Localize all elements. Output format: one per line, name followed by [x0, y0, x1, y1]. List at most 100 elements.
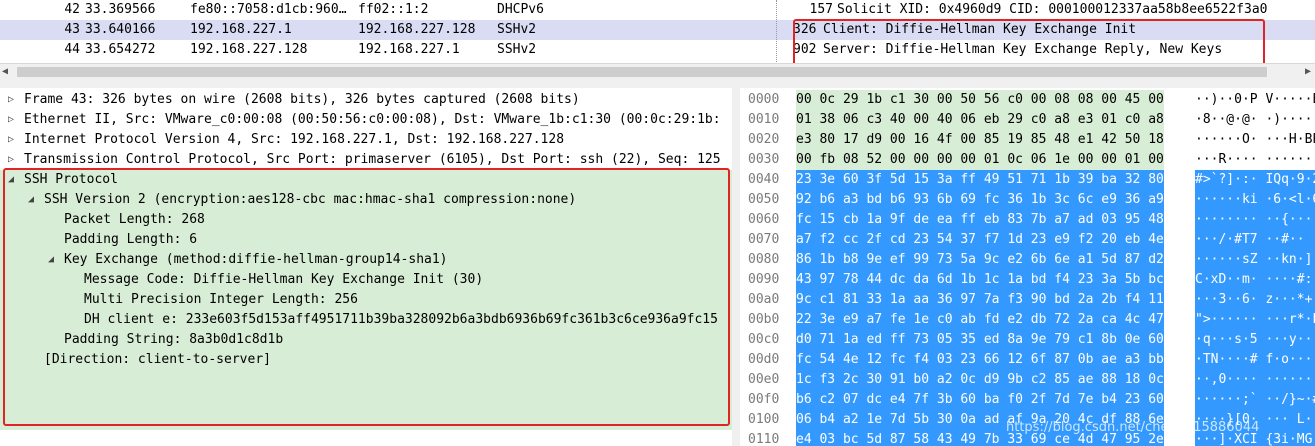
packet-info: Server: Diffie-Hellman Key Exchange Repl…: [823, 42, 1223, 57]
pane-splitter[interactable]: [732, 88, 740, 446]
expand-arrow-icon[interactable]: ▷: [8, 110, 14, 130]
packet-list[interactable]: 42 33.369566 fe80::7058:d1cb:960… ff02::…: [0, 0, 1315, 62]
packet-row-44[interactable]: 44 33.654272 192.168.227.128 192.168.227…: [0, 40, 1315, 60]
horizontal-scrollbar[interactable]: ◀ ▶: [0, 63, 1315, 80]
expand-arrow-icon[interactable]: ▷: [8, 90, 14, 110]
tree-item-label: Multi Precision Integer Length: 256: [84, 292, 358, 307]
bytes-row[interactable]: 00e0 1c f3 2c 30 91 b0 a2 0c d9 9b c2 85…: [740, 370, 1315, 390]
byte-offset: 0060: [748, 212, 780, 227]
tree-item-tcp[interactable]: ▷ Transmission Control Protocol, Src Por…: [0, 150, 732, 170]
byte-offset: 0070: [748, 232, 780, 247]
scrollbar-thumb[interactable]: [17, 67, 1267, 77]
tree-item-ssh-protocol[interactable]: ◢ SSH Protocol: [0, 170, 732, 190]
bytes-row[interactable]: 0080 86 1b b8 9e ef 99 73 5a 9c e2 6b 6e…: [740, 250, 1315, 270]
packet-source: 192.168.227.128: [190, 42, 308, 57]
collapse-arrow-icon[interactable]: ◢: [28, 190, 34, 210]
tree-item-dh-client[interactable]: DH client e: 233e603f5d153aff4951711b39b…: [0, 310, 732, 330]
scroll-left-icon[interactable]: ◀: [2, 66, 8, 77]
byte-offset: 0000: [748, 92, 780, 107]
byte-hex: 9c c1 81 33 1a aa 36 97 7a f3 90 bd 2a 2…: [796, 290, 1164, 310]
byte-hex: a7 f2 cc 2f cd 23 54 37 f7 1d 23 e9 f2 2…: [796, 230, 1164, 250]
packet-row-42[interactable]: 42 33.369566 fe80::7058:d1cb:960… ff02::…: [0, 0, 1315, 20]
byte-offset: 00f0: [748, 392, 780, 407]
byte-hex: fc 15 cb 1a 9f de ea ff eb 83 7b a7 ad 0…: [796, 210, 1164, 230]
bytes-row[interactable]: 00a0 9c c1 81 33 1a aa 36 97 7a f3 90 bd…: [740, 290, 1315, 310]
packet-info: Client: Diffie-Hellman Key Exchange Init: [823, 22, 1137, 37]
byte-offset: 0030: [748, 152, 780, 167]
byte-ascii: ···3··6· z···*+··: [1195, 290, 1315, 310]
watermark-text: https://blog.csdn.net/chen1415886044: [1006, 420, 1260, 435]
packet-row-43[interactable]: 43 33.640166 192.168.227.1 192.168.227.1…: [0, 20, 1315, 40]
byte-ascii: ">······ ···r*·LG: [1195, 310, 1315, 330]
tree-item-direction[interactable]: [Direction: client-to-server]: [0, 350, 732, 398]
tree-item-padding-string[interactable]: Padding String: 8a3b0d1c8d1b: [0, 330, 732, 350]
bytes-row[interactable]: 00b0 22 3e e9 a7 fe 1e c0 ab fd e2 db 72…: [740, 310, 1315, 330]
tree-item-label: Key Exchange (method:diffie-hellman-grou…: [64, 252, 448, 267]
tree-item-ethernet[interactable]: ▷ Ethernet II, Src: VMware_c0:00:08 (00:…: [0, 110, 732, 130]
scroll-right-icon[interactable]: ▶: [1305, 66, 1311, 77]
tree-item-label: Internet Protocol Version 4, Src: 192.16…: [24, 132, 565, 147]
bytes-row[interactable]: 0030 00 fb 08 52 00 00 00 00 01 0c 06 1e…: [740, 150, 1315, 170]
byte-ascii: ······ki ·6·<l·6·: [1195, 190, 1315, 210]
bytes-row[interactable]: 0060 fc 15 cb 1a 9f de ea ff eb 83 7b a7…: [740, 210, 1315, 230]
byte-offset: 0020: [748, 132, 780, 147]
expand-arrow-icon[interactable]: ▷: [8, 150, 14, 170]
packet-destination: 192.168.227.1: [358, 42, 460, 57]
byte-offset: 0010: [748, 112, 780, 127]
bytes-row[interactable]: 0050 92 b6 a3 bd b6 93 6b 69 fc 36 1b 3c…: [740, 190, 1315, 210]
byte-ascii: ······O· ···H·BP·: [1195, 132, 1315, 147]
tree-item-padding-length[interactable]: Padding Length: 6: [0, 230, 732, 250]
packet-info: Solicit XID: 0x4960d9 CID: 000100012337a…: [837, 2, 1268, 17]
column-divider[interactable]: [776, 0, 777, 62]
packet-destination: 192.168.227.128: [358, 22, 476, 37]
packet-details-pane[interactable]: ▷ Frame 43: 326 bytes on wire (2608 bits…: [0, 88, 732, 446]
tree-item-mpi-length[interactable]: Multi Precision Integer Length: 256: [0, 290, 732, 310]
tree-item-packet-length[interactable]: Packet Length: 268: [0, 210, 732, 230]
bytes-row[interactable]: 0010 01 38 06 c3 40 00 40 06 eb 29 c0 a8…: [740, 110, 1315, 130]
byte-hex: 01 38 06 c3 40 00 40 06 eb 29 c0 a8 e3 0…: [796, 110, 1164, 130]
bytes-row[interactable]: 00c0 d0 71 1a ed ff 73 05 35 ed 8a 9e 79…: [740, 330, 1315, 350]
bytes-row[interactable]: 0000 00 0c 29 1b c1 30 00 50 56 c0 00 08…: [740, 90, 1315, 110]
packet-time: 33.654272: [85, 42, 156, 57]
byte-ascii: ···/·#T7 ··#·· ·N: [1195, 230, 1315, 250]
byte-ascii: ···R···· ········: [1195, 152, 1315, 167]
byte-ascii: ······;` ··/}~·#`: [1195, 390, 1315, 410]
packet-bytes-pane[interactable]: 0000 00 0c 29 1b c1 30 00 50 56 c0 00 08…: [740, 88, 1315, 446]
tree-item-label: SSH Version 2 (encryption:aes128-cbc mac…: [44, 192, 577, 207]
byte-ascii: ·8··@·@· ·)······: [1195, 112, 1315, 127]
byte-offset: 0040: [748, 172, 780, 187]
tree-item-ip[interactable]: ▷ Internet Protocol Version 4, Src: 192.…: [0, 130, 732, 150]
bytes-row[interactable]: 00f0 b6 c2 07 dc e4 7f 3b 60 ba f0 2f 7d…: [740, 390, 1315, 410]
details-fill: [0, 398, 732, 430]
tree-item-ssh-version[interactable]: ◢ SSH Version 2 (encryption:aes128-cbc m…: [0, 190, 732, 210]
tree-item-label: SSH Protocol: [24, 172, 118, 187]
bytes-row[interactable]: 0090 43 97 78 44 dc da 6d 1b 1c 1a bd f4…: [740, 270, 1315, 290]
tree-item-label: Padding Length: 6: [64, 232, 198, 247]
tree-item-message-code[interactable]: Message Code: Diffie-Hellman Key Exchang…: [0, 270, 732, 290]
byte-ascii: ·q···s·5 ···y···`: [1195, 330, 1315, 350]
byte-hex: fc 54 4e 12 fc f4 03 23 66 12 6f 87 0b a…: [796, 350, 1164, 370]
packet-number: 44: [64, 42, 80, 57]
collapse-arrow-icon[interactable]: ◢: [48, 250, 54, 270]
packet-time: 33.640166: [85, 22, 156, 37]
collapse-arrow-icon[interactable]: ◢: [8, 170, 14, 190]
pane-divider[interactable]: [0, 80, 1315, 88]
tree-item-key-exchange[interactable]: ◢ Key Exchange (method:diffie-hellman-gr…: [0, 250, 732, 270]
bytes-row[interactable]: 0020 e3 80 17 d9 00 16 4f 00 85 19 85 48…: [740, 130, 1315, 150]
bytes-row[interactable]: 0040 23 3e 60 3f 5d 15 3a ff 49 51 71 1b…: [740, 170, 1315, 190]
tree-item-label: DH client e: 233e603f5d153aff4951711b39b…: [84, 312, 718, 327]
bytes-row[interactable]: 00d0 fc 54 4e 12 fc f4 03 23 66 12 6f 87…: [740, 350, 1315, 370]
bytes-row[interactable]: 0070 a7 f2 cc 2f cd 23 54 37 f7 1d 23 e9…: [740, 230, 1315, 250]
byte-hex: 22 3e e9 a7 fe 1e c0 ab fd e2 db 72 2a c…: [796, 310, 1164, 330]
packet-length: 902: [793, 42, 817, 57]
tree-item-frame[interactable]: ▷ Frame 43: 326 bytes on wire (2608 bits…: [0, 90, 732, 110]
tree-item-label: [Direction: client-to-server]: [44, 352, 271, 367]
byte-hex: 43 97 78 44 dc da 6d 1b 1c 1a bd f4 23 3…: [796, 270, 1164, 290]
byte-hex: d0 71 1a ed ff 73 05 35 ed 8a 9e 79 c1 8…: [796, 330, 1164, 350]
byte-hex: b6 c2 07 dc e4 7f 3b 60 ba f0 2f 7d 7e b…: [796, 390, 1164, 410]
byte-hex: 86 1b b8 9e ef 99 73 5a 9c e2 6b 6e a1 5…: [796, 250, 1164, 270]
byte-ascii: C·xD··m· ····#:[·: [1195, 270, 1315, 290]
byte-hex: 92 b6 a3 bd b6 93 6b 69 fc 36 1b 3c 6c e…: [796, 190, 1164, 210]
tree-item-label: Ethernet II, Src: VMware_c0:00:08 (00:50…: [24, 112, 721, 127]
expand-arrow-icon[interactable]: ▷: [8, 130, 14, 150]
